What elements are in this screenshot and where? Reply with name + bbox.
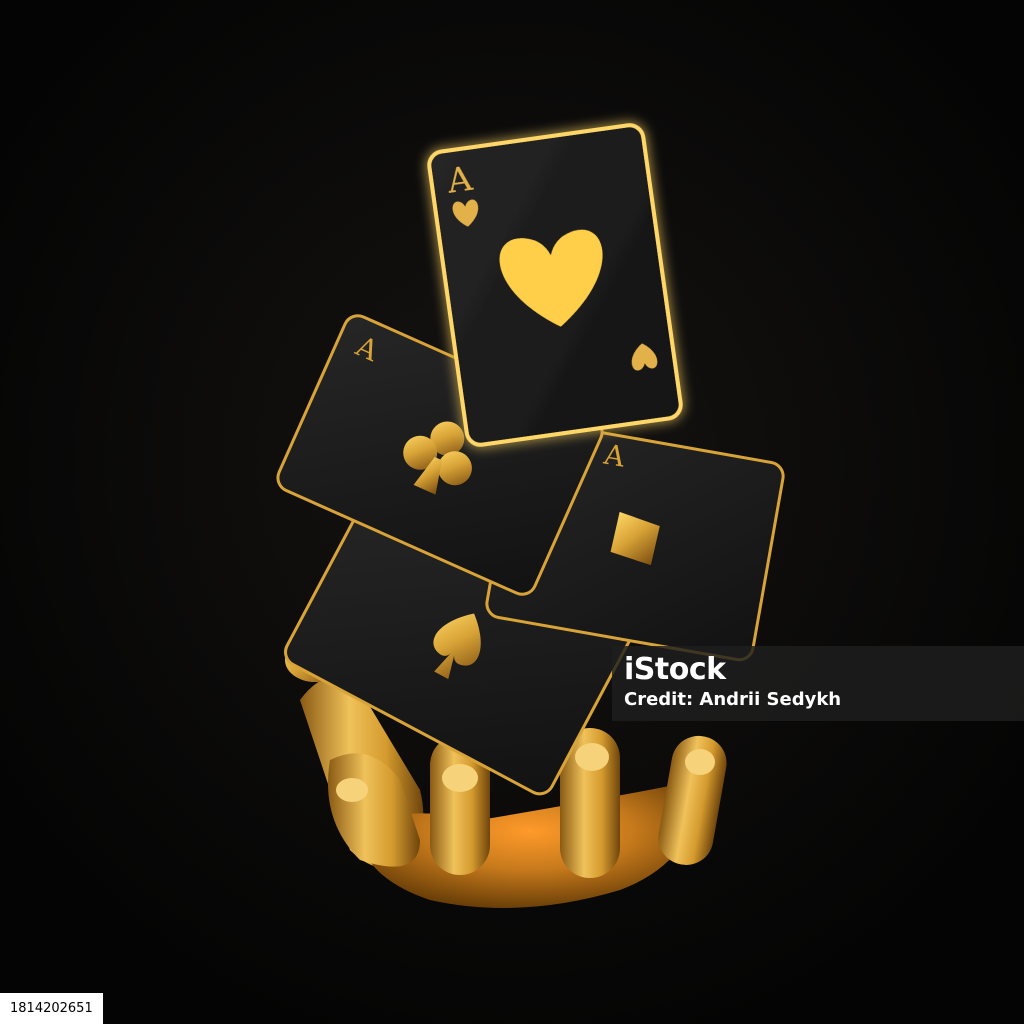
photo-stage: A A A A iSto (0, 0, 1024, 1024)
image-id-label: 1814202651 (0, 993, 103, 1024)
istock-logo: iStock (624, 652, 726, 687)
card-ace-of-hearts: A (427, 123, 683, 447)
scene-illustration: A A A A (0, 0, 1024, 1024)
photo-credit: Credit: Andrii Sedykh (624, 689, 842, 710)
stock-watermark: iStock Credit: Andrii Sedykh (612, 646, 1024, 721)
